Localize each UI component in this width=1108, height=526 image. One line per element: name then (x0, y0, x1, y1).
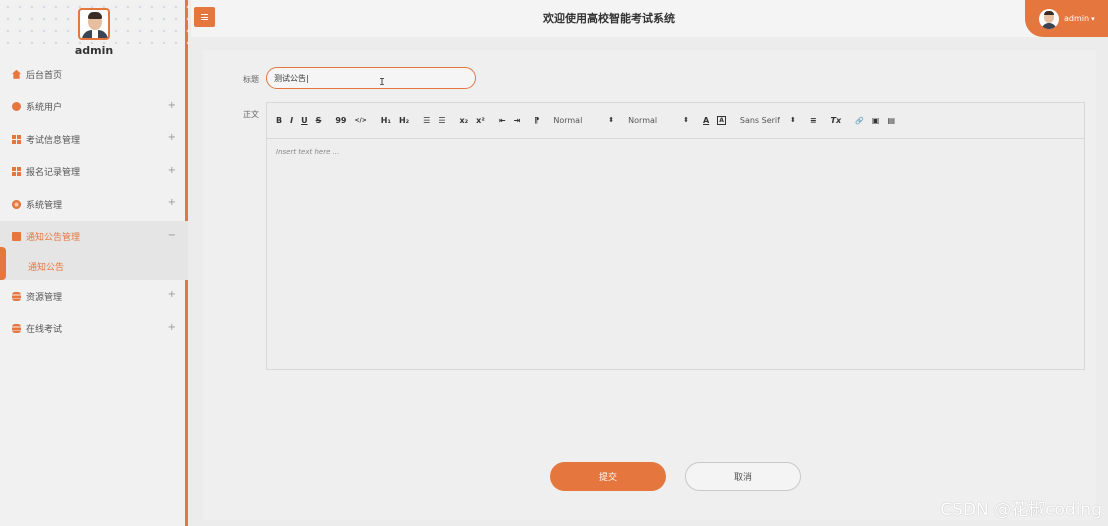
editor-toolbar: B I U S 99 </> H₁ H₂ ☰ ☰ x₂ x² ⇤ ⇥ ⁋ Nor… (267, 103, 1084, 139)
avatar-shirt (92, 30, 98, 38)
sidebar-item-online-exam[interactable]: 在线考试 + (0, 313, 188, 346)
rich-text-editor: B I U S 99 </> H₁ H₂ ☰ ☰ x₂ x² ⇤ ⇥ ⁋ Nor… (266, 102, 1085, 370)
expand-icon[interactable]: + (168, 165, 176, 176)
select-arrows-icon: ⬍ (608, 116, 615, 124)
cancel-button[interactable]: 取消 (685, 462, 801, 491)
text-color-button[interactable]: A (703, 116, 709, 125)
database-icon (12, 291, 21, 301)
sidebar-item-home[interactable]: 后台首页 (0, 58, 188, 91)
title-input-value: 测试公告 (274, 73, 306, 83)
font-select[interactable]: Sans Serif ⬍ (740, 116, 796, 125)
main-content: 标题 测试公告 | I 正文 B I U S 99 </> H₁ H₂ ☰ ☰ x… (203, 50, 1096, 520)
size-select[interactable]: Normal ⬍ (553, 116, 614, 125)
title-input[interactable]: 测试公告 | (266, 67, 476, 89)
sidebar-item-label: 系统用户 (26, 103, 63, 114)
font-select-value: Sans Serif (739, 116, 780, 125)
bold-button[interactable]: B (276, 116, 282, 125)
sidebar-item-label: 资源管理 (26, 292, 63, 303)
bullet-list-button[interactable]: ☰ (438, 116, 445, 125)
grid-icon (12, 167, 21, 177)
background-color-button[interactable]: A (717, 116, 726, 125)
home-icon (12, 69, 21, 79)
superscript-button[interactable]: x² (476, 116, 485, 125)
sidebar-username: admin (74, 44, 114, 57)
sidebar-item-notice-management[interactable]: 通知公告管理 − (0, 220, 188, 253)
indent-button[interactable]: ⇥ (514, 116, 521, 125)
chevron-down-icon: ▾ (1091, 14, 1095, 23)
ordered-list-button[interactable]: ☰ (423, 116, 430, 125)
outdent-button[interactable]: ⇤ (499, 116, 506, 125)
document-icon (12, 232, 21, 242)
sidebar-item-system-management[interactable]: 系统管理 + (0, 188, 188, 221)
sidebar-item-label: 通知公告管理 (26, 233, 81, 244)
title-label: 标题 (243, 75, 259, 84)
avatar-hair (88, 12, 102, 19)
body-label: 正文 (243, 110, 259, 119)
sidebar-item-label: 系统管理 (26, 200, 63, 211)
italic-button[interactable]: I (290, 116, 293, 125)
h1-button[interactable]: H₁ (381, 116, 391, 125)
grid-icon (12, 134, 21, 144)
size-select-value: Normal (553, 116, 583, 125)
editor-placeholder[interactable]: Insert text here ... (276, 148, 339, 156)
quote-button[interactable]: 99 (335, 116, 346, 125)
expand-icon[interactable]: + (168, 289, 176, 300)
gear-icon (12, 199, 21, 209)
sidebar-item-resources[interactable]: 资源管理 + (0, 280, 188, 313)
watermark: CSDN @花椒coding (940, 500, 1102, 520)
user-icon (12, 102, 21, 112)
user-menu-button[interactable]: admin ▾ (1025, 0, 1108, 37)
sidebar-menu: 后台首页 系统用户 + 考试信息管理 + 报名记录管理 + 系统管理 + 通知公… (0, 58, 188, 345)
database-icon (12, 324, 21, 334)
text-cursor-icon: I (379, 77, 386, 88)
user-name: admin (1064, 14, 1090, 23)
user-avatar (1039, 8, 1059, 29)
expand-icon[interactable]: + (168, 322, 176, 333)
sidebar-item-exam-info[interactable]: 考试信息管理 + (0, 123, 188, 156)
video-button[interactable]: ▤ (887, 116, 895, 125)
top-header: 欢迎使用高校智能考试系统 admin ▾ (191, 0, 1108, 37)
avatar[interactable] (78, 8, 110, 40)
expand-icon[interactable]: + (168, 197, 176, 208)
header-select-value: Normal (628, 116, 658, 125)
expand-icon[interactable]: + (168, 132, 176, 143)
image-button[interactable]: ▣ (872, 116, 880, 125)
select-arrows-icon: ⬍ (683, 116, 689, 124)
sidebar-item-label: 在线考试 (26, 325, 63, 336)
align-button[interactable]: ≡ (810, 116, 817, 125)
strike-button[interactable]: S (316, 116, 322, 125)
select-arrows-icon: ⬍ (789, 116, 796, 124)
sidebar-item-label: 考试信息管理 (26, 135, 81, 146)
expand-icon[interactable]: + (168, 100, 176, 111)
sidebar-item-registration[interactable]: 报名记录管理 + (0, 156, 188, 189)
collapse-icon[interactable]: − (168, 230, 176, 241)
underline-button[interactable]: U (301, 116, 308, 125)
submit-button[interactable]: 提交 (550, 462, 666, 491)
sidebar-item-label: 后台首页 (26, 70, 63, 81)
link-button[interactable]: 🔗 (855, 117, 864, 125)
h2-button[interactable]: H₂ (399, 116, 409, 125)
sidebar-subitem-label: 通知公告 (28, 263, 65, 273)
active-indicator (0, 247, 6, 280)
sidebar: admin 后台首页 系统用户 + 考试信息管理 + 报名记录管理 + 系统管理… (0, 0, 188, 526)
clean-format-button[interactable]: Tx (831, 116, 842, 125)
page-title: 欢迎使用高校智能考试系统 (543, 12, 675, 25)
text-direction-button[interactable]: ⁋ (534, 116, 539, 125)
code-button[interactable]: </> (355, 117, 367, 124)
sidebar-subitem-notice[interactable]: 通知公告 (0, 247, 188, 280)
sidebar-item-label: 报名记录管理 (26, 168, 81, 179)
subscript-button[interactable]: x₂ (460, 116, 469, 125)
header-select[interactable]: Normal ⬍ (628, 116, 689, 125)
sidebar-item-system-users[interactable]: 系统用户 + (0, 91, 188, 124)
